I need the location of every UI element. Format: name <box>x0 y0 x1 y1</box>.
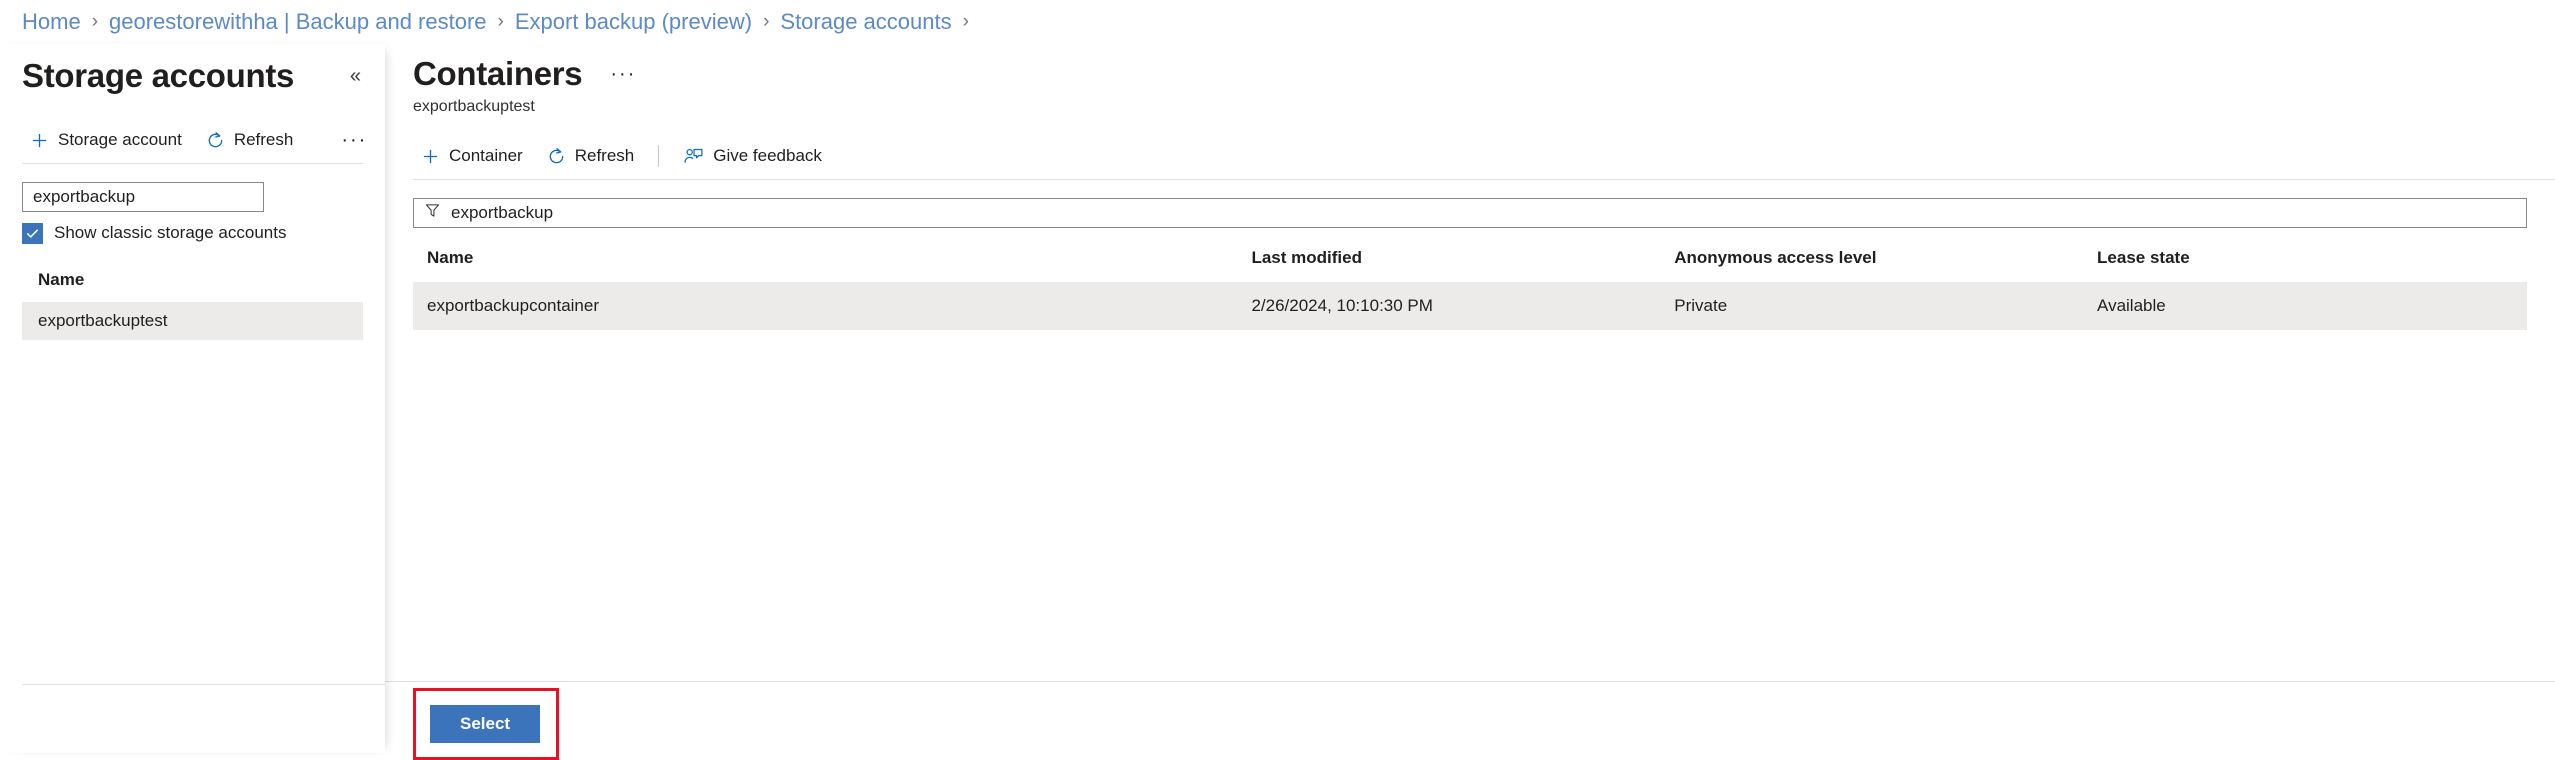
left-footer-divider <box>22 684 385 685</box>
containers-blade: Containers ··· exportbackuptest Containe… <box>385 44 2555 753</box>
chevron-double-left-icon[interactable]: « <box>350 56 365 86</box>
table-row[interactable]: exportbackupcontainer 2/26/2024, 10:10:3… <box>413 282 2527 330</box>
breadcrumb-item-storage-accounts[interactable]: Storage accounts <box>780 9 951 35</box>
breadcrumb-separator-icon: › <box>92 11 98 33</box>
add-storage-account-label: Storage account <box>58 130 182 150</box>
refresh-icon <box>547 147 566 166</box>
add-storage-account-button[interactable]: Storage account <box>22 124 194 156</box>
table-header-row: Name Last modified Anonymous access leve… <box>413 242 2527 282</box>
page-title: Storage accounts <box>22 56 294 96</box>
containers-table: Name Last modified Anonymous access leve… <box>413 242 2527 330</box>
breadcrumb-item-home[interactable]: Home <box>22 9 81 35</box>
right-blade-body: exportbackup Name Last modified Anonymou… <box>385 198 2555 330</box>
table-header: Name Last modified Anonymous access leve… <box>413 242 2527 282</box>
blade-container: Storage accounts « Storage account Refre… <box>0 44 2555 753</box>
column-header-name[interactable]: Name <box>413 242 1237 282</box>
breadcrumb-separator-icon: › <box>498 11 504 33</box>
cell-anonymous-access-level: Private <box>1660 282 2083 330</box>
list-item-label: exportbackuptest <box>38 311 167 331</box>
add-container-button[interactable]: Container <box>413 140 535 172</box>
cell-lease-state: Available <box>2083 282 2527 330</box>
ellipsis-icon[interactable]: ··· <box>598 60 648 88</box>
refresh-button[interactable]: Refresh <box>194 124 306 156</box>
plus-icon <box>30 131 49 150</box>
show-classic-storage-accounts-checkbox[interactable]: Show classic storage accounts <box>22 223 363 244</box>
left-blade-body: exportbackup Show classic storage accoun… <box>0 182 385 340</box>
left-blade-header: Storage accounts « <box>0 44 385 96</box>
show-classic-storage-accounts-label: Show classic storage accounts <box>54 223 286 243</box>
toolbar-divider <box>658 145 659 167</box>
list-item[interactable]: exportbackuptest <box>22 302 363 340</box>
breadcrumb-item-export-backup[interactable]: Export backup (preview) <box>515 9 752 35</box>
blade-footer: Select <box>385 681 2555 753</box>
give-feedback-label: Give feedback <box>713 146 822 166</box>
left-column-header-name: Name <box>22 270 363 290</box>
breadcrumb: Home › georestorewithha | Backup and res… <box>0 0 2555 44</box>
right-blade-header: Containers ··· exportbackuptest <box>385 44 2555 116</box>
search-input[interactable]: exportbackup <box>22 182 264 212</box>
search-input-value: exportbackup <box>33 187 135 207</box>
container-filter-value: exportbackup <box>451 203 553 223</box>
page-title: Containers <box>413 54 582 94</box>
add-container-label: Container <box>449 146 523 166</box>
cell-name: exportbackupcontainer <box>413 282 1237 330</box>
column-header-last-modified[interactable]: Last modified <box>1237 242 1660 282</box>
checkmark-icon <box>22 223 43 244</box>
right-title-row: Containers ··· <box>413 54 2555 94</box>
ellipsis-icon[interactable]: ··· <box>329 126 379 154</box>
left-command-bar: Storage account Refresh ··· <box>22 118 363 164</box>
column-header-lease-state[interactable]: Lease state <box>2083 242 2527 282</box>
refresh-button[interactable]: Refresh <box>535 140 647 172</box>
cell-last-modified: 2/26/2024, 10:10:30 PM <box>1237 282 1660 330</box>
container-filter-input[interactable]: exportbackup <box>413 198 2527 228</box>
refresh-label: Refresh <box>575 146 635 166</box>
breadcrumb-separator-icon: › <box>763 11 769 33</box>
refresh-label: Refresh <box>234 130 294 150</box>
storage-accounts-list: exportbackuptest <box>22 302 363 340</box>
breadcrumb-separator-icon: › <box>963 11 969 33</box>
plus-icon <box>421 147 440 166</box>
refresh-icon <box>206 131 225 150</box>
page-subtitle: exportbackuptest <box>413 98 2555 116</box>
column-header-anonymous-access-level[interactable]: Anonymous access level <box>1660 242 2083 282</box>
person-feedback-icon <box>683 146 704 166</box>
table-body: exportbackupcontainer 2/26/2024, 10:10:3… <box>413 282 2527 330</box>
breadcrumb-item-backup-and-restore[interactable]: georestorewithha | Backup and restore <box>109 9 487 35</box>
filter-funnel-icon <box>424 202 441 224</box>
right-command-bar: Container Refresh <box>413 134 2555 180</box>
give-feedback-button[interactable]: Give feedback <box>671 140 834 172</box>
select-button[interactable]: Select <box>430 705 540 743</box>
select-button-highlight: Select <box>413 688 559 760</box>
storage-accounts-blade: Storage accounts « Storage account Refre… <box>0 44 385 753</box>
